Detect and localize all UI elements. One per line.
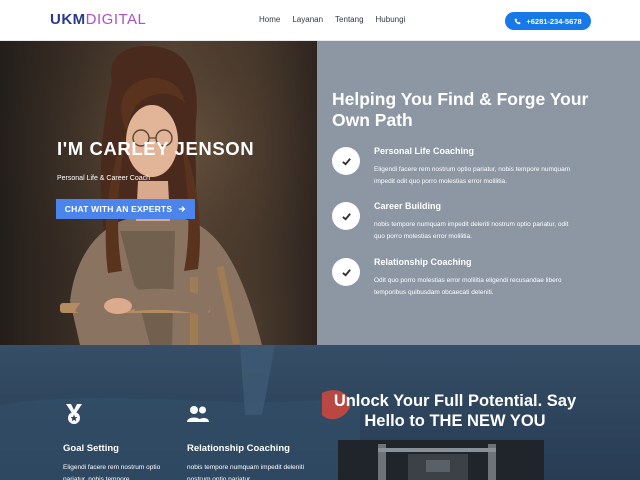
logo[interactable]: UKMDIGITAL [50, 11, 146, 29]
main-nav: Home Layanan Tentang Hubungi [259, 15, 405, 25]
check-icon [332, 202, 360, 230]
nav-tentang[interactable]: Tentang [335, 15, 363, 25]
arrow-right-icon [179, 206, 186, 212]
feature-text: Odit quo porro molestias error molilitia… [374, 277, 562, 296]
phone-icon [515, 18, 521, 24]
services-title: Helping You Find & Forge Your Own Path [332, 89, 589, 130]
feature-title: Personal Life Coaching [374, 146, 475, 156]
nav-hubungi[interactable]: Hubungi [376, 15, 406, 25]
hero-subtitle: Personal Life & Career Coach [57, 175, 150, 182]
hero-section: I'M CARLEY JENSON Personal Life & Career… [0, 41, 317, 345]
potential-section: Goal Setting Eligendi facere rem nostrum… [0, 345, 640, 480]
users-icon [187, 406, 209, 422]
logo-wordmark: DIGITAL [85, 11, 147, 28]
hero-name: I'M CARLEY JENSON [57, 138, 255, 159]
phone-button[interactable]: +6281-234-5678 [505, 12, 591, 30]
relationship-coaching-text: nobis tempore numquam impedit deleniti n… [187, 464, 305, 480]
check-icon [332, 147, 360, 175]
goal-setting-text: Eligendi facere rem nostrum optio pariat… [63, 464, 161, 480]
nav-home[interactable]: Home [259, 15, 280, 25]
goal-setting-title: Goal Setting [63, 443, 119, 454]
medal-icon [66, 404, 82, 424]
coach-portrait-image [0, 41, 317, 345]
unlock-title: Unlock Your Full Potential. Say Hello to… [333, 392, 577, 430]
chat-expert-button[interactable]: CHAT WITH AN EXPERTS [56, 199, 195, 219]
nav-layanan[interactable]: Layanan [292, 15, 323, 25]
gym-equipment-image [338, 440, 544, 480]
relationship-coaching-title: Relationship Coaching [187, 443, 290, 454]
feature-title: Relationship Coaching [374, 257, 472, 267]
chat-expert-label: CHAT WITH AN EXPERTS [64, 204, 173, 214]
services-panel: Helping You Find & Forge Your Own Path P… [317, 41, 640, 345]
site-header: UKMDIGITAL Home Layanan Tentang Hubungi … [0, 0, 640, 41]
feature-text: nobis tempore numquam impedit deleriti n… [374, 221, 569, 240]
check-icon [332, 258, 360, 286]
phone-number: +6281-234-5678 [526, 16, 582, 26]
feature-text: Eligendi facere rem nostrum optio pariat… [374, 166, 571, 185]
feature-title: Career Building [374, 201, 442, 211]
logo-mark: UKM [50, 11, 86, 28]
